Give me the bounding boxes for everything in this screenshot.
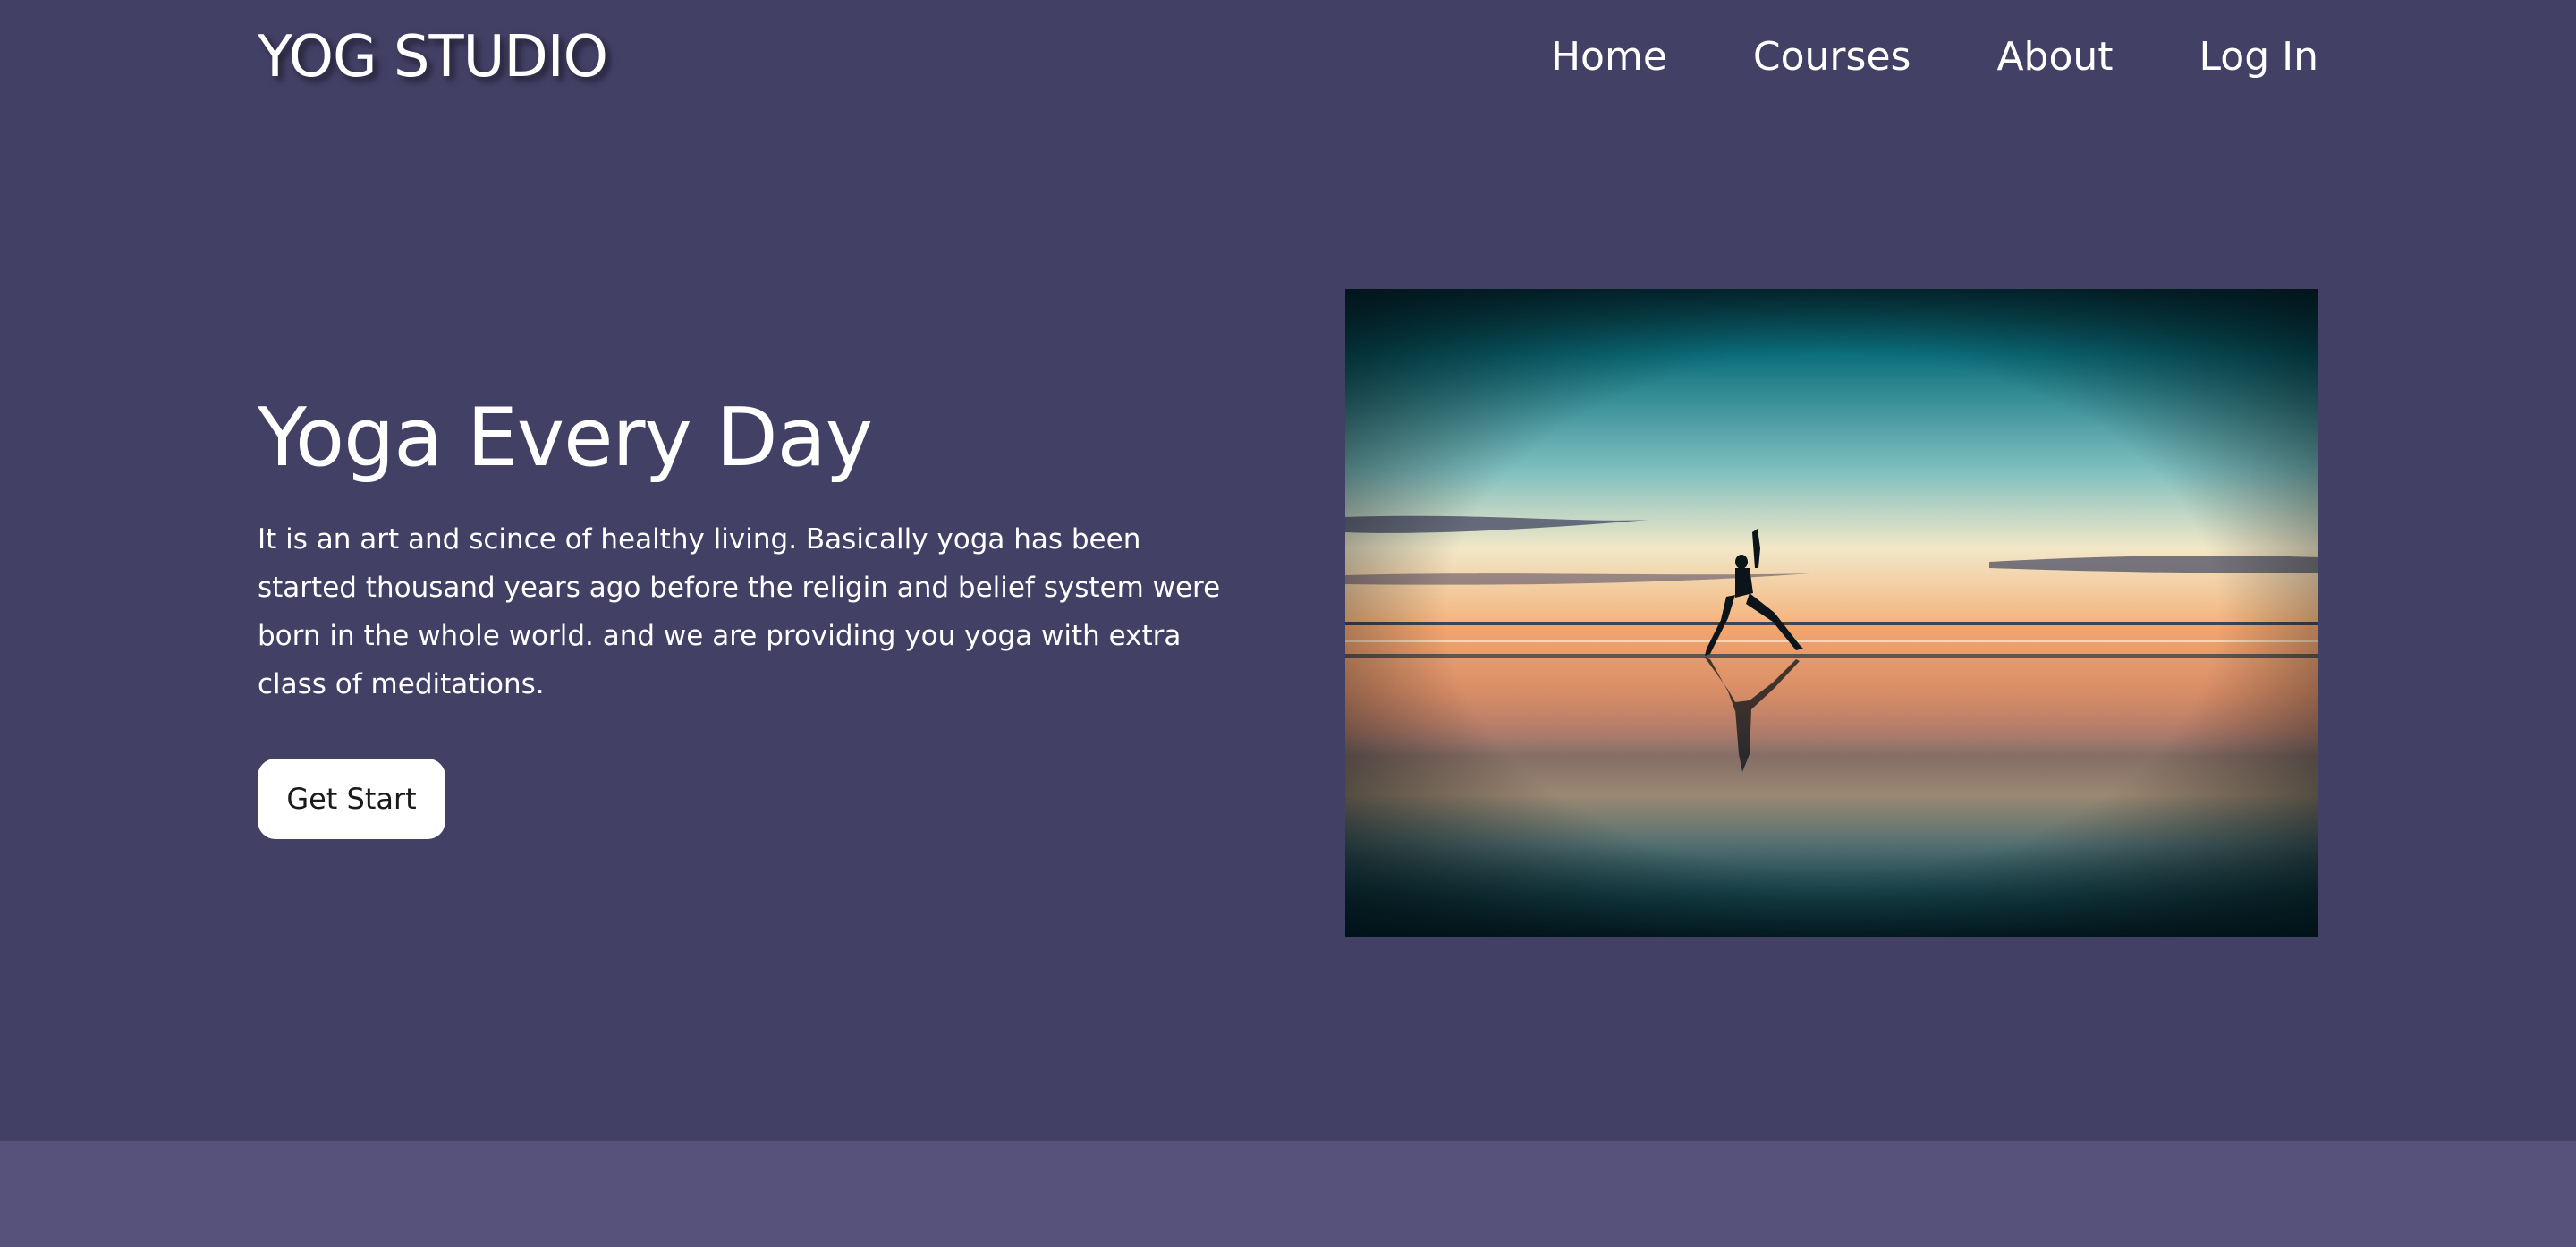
nav-link-courses[interactable]: Courses: [1753, 32, 1911, 82]
main-nav: Home Courses About Log In: [1551, 32, 2318, 82]
nav-link-about[interactable]: About: [1996, 32, 2113, 82]
hero-description: It is an art and scince of healthy livin…: [258, 523, 1221, 700]
nav-link-home[interactable]: Home: [1551, 32, 1667, 82]
brand-logo[interactable]: YOG STUDIO: [258, 21, 608, 93]
hero-section: Yoga Every Day It is an art and scince o…: [258, 385, 1259, 708]
footer-band: [0, 1141, 2576, 1247]
hero-title: Yoga Every Day: [258, 391, 873, 485]
get-start-button[interactable]: Get Start: [258, 759, 445, 839]
yoga-sunset-photo: [1345, 289, 2318, 937]
nav-link-login[interactable]: Log In: [2199, 32, 2318, 82]
landing-page: YOG STUDIO Home Courses About Log In Yog…: [0, 0, 2576, 1247]
hero-image: [1345, 289, 2318, 937]
top-navbar: YOG STUDIO Home Courses About Log In: [0, 0, 2576, 116]
